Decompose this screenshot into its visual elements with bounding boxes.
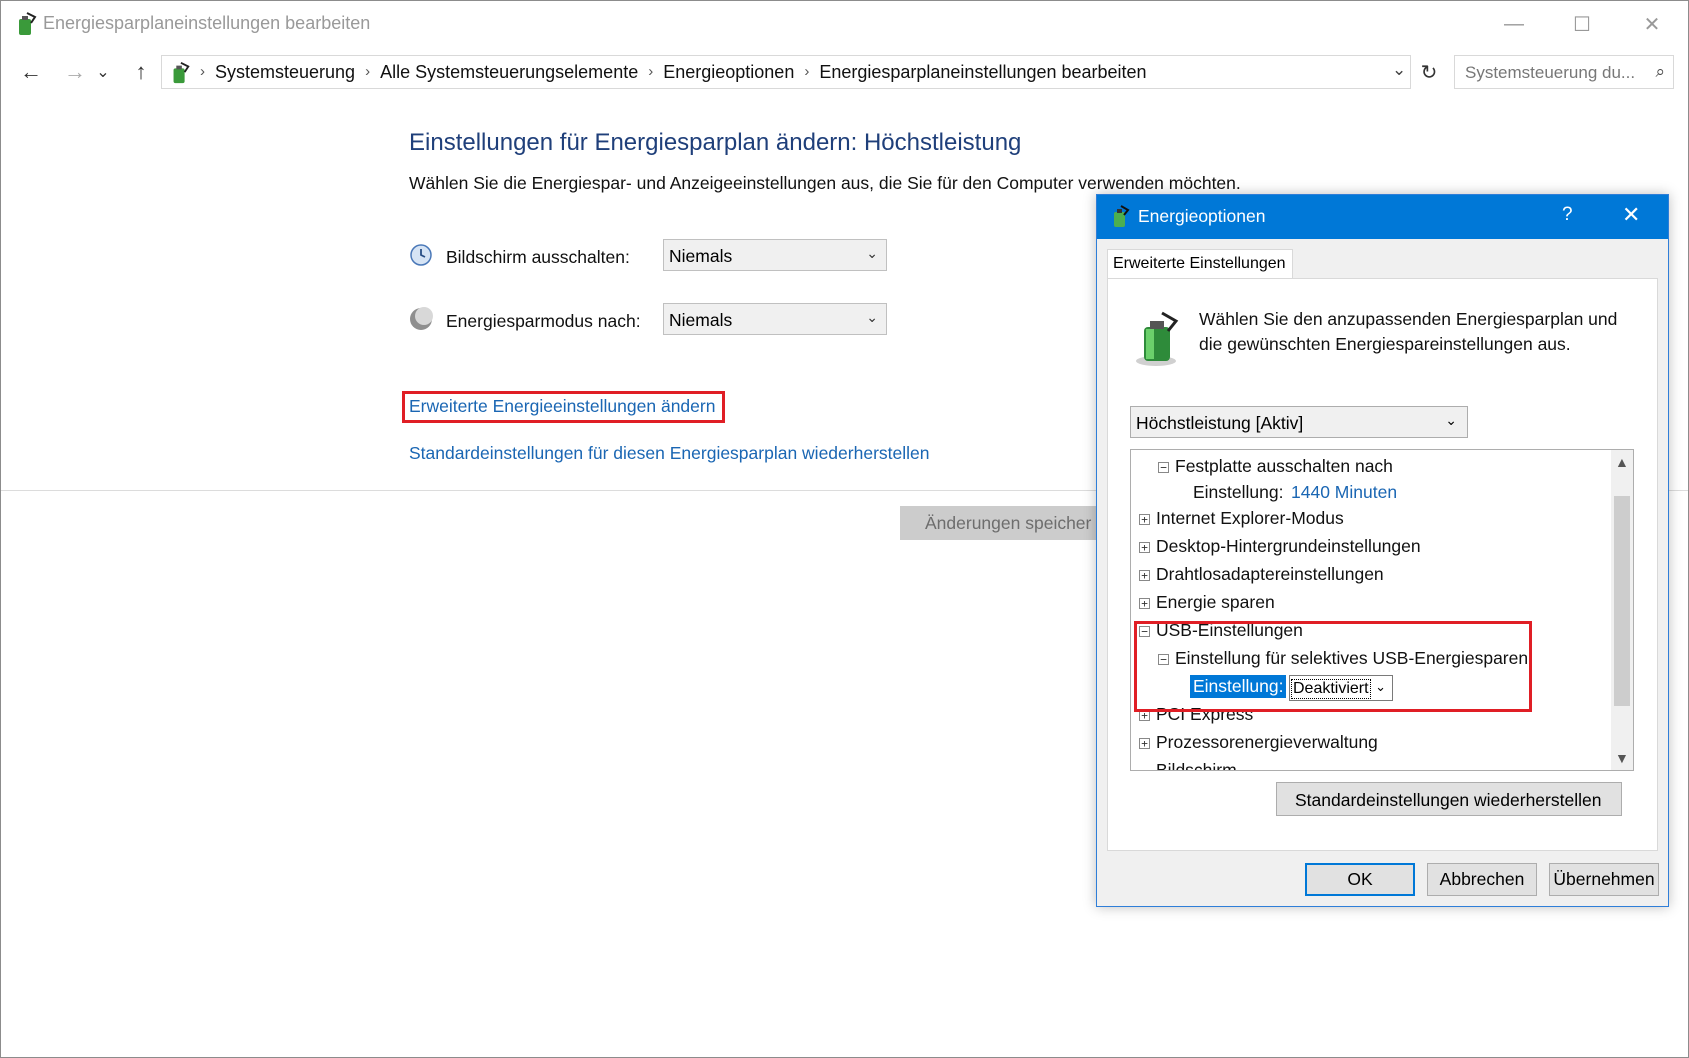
tree-item-ie-mode[interactable]: Internet Explorer-Modus — [1156, 508, 1344, 529]
cancel-button[interactable]: Abbrechen — [1427, 863, 1537, 896]
tree-item-energy-saving[interactable]: Energie sparen — [1156, 592, 1275, 613]
chevron-down-icon: ⌄ — [866, 309, 878, 325]
help-icon[interactable]: ? — [1562, 204, 1573, 226]
breadcrumb-systemsteuerung[interactable]: Systemsteuerung — [215, 62, 355, 83]
tree-scrollbar[interactable]: ▲ ▼ — [1611, 450, 1633, 770]
tree-item-hdd-setting-label[interactable]: Einstellung: — [1193, 482, 1283, 503]
monitor-icon — [410, 244, 432, 266]
display-off-value: Niemals — [669, 246, 733, 266]
forward-button[interactable]: → — [57, 57, 93, 87]
tree-item-processor[interactable]: Prozessorenergieverwaltung — [1156, 732, 1378, 753]
chevron-down-icon: ⌄ — [1445, 412, 1457, 428]
restore-defaults-link[interactable]: Standardeinstellungen für diesen Energie… — [409, 443, 929, 464]
dialog-title-bar: Energieoptionen ? ✕ — [1097, 195, 1668, 239]
restore-defaults-button[interactable]: Standardeinstellungen wiederherstellen — [1276, 782, 1622, 816]
address-bar[interactable]: › Systemsteuerung › Alle Systemsteuerung… — [161, 55, 1411, 89]
apply-button[interactable]: Übernehmen — [1549, 863, 1659, 896]
breadcrumb-current[interactable]: Energiesparplaneinstellungen bearbeiten — [819, 62, 1146, 83]
advanced-settings-panel: Wählen Sie den anzupassenden Energiespar… — [1107, 278, 1658, 851]
scroll-up-icon[interactable]: ▲ — [1615, 454, 1629, 470]
back-button[interactable]: ← — [13, 57, 49, 87]
dialog-title: Energieoptionen — [1138, 206, 1266, 226]
refresh-button[interactable]: ↻ — [1411, 57, 1447, 87]
window-title: Energiesparplaneinstellungen bearbeiten — [43, 13, 371, 33]
chevron-down-icon: ⌄ — [866, 245, 878, 261]
breadcrumb-energieoptionen[interactable]: Energieoptionen — [663, 62, 794, 83]
tab-erweiterte-einstellungen[interactable]: Erweiterte Einstellungen — [1107, 249, 1293, 279]
up-button[interactable]: ↑ — [123, 57, 159, 87]
sleep-moon-icon — [410, 307, 433, 330]
sleep-label: Energiesparmodus nach: — [446, 311, 641, 331]
breadcrumb: › Systemsteuerung › Alle Systemsteuerung… — [200, 62, 1147, 83]
search-icon[interactable]: ⌕ — [1655, 62, 1665, 82]
tree-item-hdd[interactable]: Festplatte ausschalten nach — [1175, 456, 1393, 477]
expand-icon[interactable]: + — [1139, 738, 1150, 749]
tree-item-wireless[interactable]: Drahtlosadaptereinstellungen — [1156, 564, 1384, 585]
close-button[interactable]: ✕ — [1621, 1, 1683, 47]
search-placeholder: Systemsteuerung du... — [1465, 63, 1636, 82]
chevron-right-icon[interactable]: › — [648, 62, 653, 83]
tree-item-cut-off[interactable]: Bildschirm — [1156, 760, 1237, 770]
dialog-close-button[interactable]: ✕ — [1622, 202, 1640, 228]
collapse-icon[interactable]: − — [1158, 462, 1169, 473]
display-off-label: Bildschirm ausschalten: — [446, 247, 630, 267]
settings-tree[interactable]: − Festplatte ausschalten nach Einstellun… — [1130, 449, 1634, 771]
tree-item-desktop-background[interactable]: Desktop-Hintergrundeinstellungen — [1156, 536, 1421, 557]
title-bar: Energiesparplaneinstellungen bearbeiten … — [1, 1, 1688, 47]
restore-defaults-label: Standardeinstellungen wiederherstellen — [1295, 790, 1602, 810]
page-title: Einstellungen für Energiesparplan ändern… — [409, 129, 1022, 156]
address-dropdown-icon[interactable]: ⌄ — [1392, 60, 1406, 80]
control-panel-window: Energiesparplaneinstellungen bearbeiten … — [0, 0, 1689, 1058]
recent-locations-button[interactable]: ⌄ — [93, 57, 113, 87]
display-off-select[interactable]: Niemals ⌄ — [663, 239, 887, 271]
expand-icon[interactable]: + — [1139, 570, 1150, 581]
power-options-icon — [19, 12, 37, 35]
page-description: Wählen Sie die Energiespar- und Anzeigee… — [409, 173, 1241, 193]
dialog-description: Wählen Sie den anzupassenden Energiespar… — [1199, 309, 1618, 354]
save-changes-button[interactable]: Änderungen speicher — [900, 506, 1100, 540]
expand-icon[interactable]: + — [1139, 514, 1150, 525]
sleep-value: Niemals — [669, 310, 733, 330]
search-input[interactable]: Systemsteuerung du... ⌕ — [1454, 55, 1674, 89]
highlight-box-usb-settings — [1134, 621, 1532, 712]
tab-label: Erweiterte Einstellungen — [1113, 255, 1286, 272]
chevron-right-icon[interactable]: › — [804, 62, 809, 83]
expand-icon[interactable]: + — [1139, 598, 1150, 609]
power-options-dialog: Energieoptionen ? ✕ Erweiterte Einstellu… — [1096, 194, 1669, 907]
advanced-settings-link[interactable]: Erweiterte Energieeinstellungen ändern — [409, 396, 715, 417]
scrollbar-thumb[interactable] — [1614, 496, 1630, 706]
power-plan-select[interactable]: Höchstleistung [Aktiv] ⌄ — [1130, 406, 1468, 438]
expand-icon[interactable]: + — [1139, 542, 1150, 553]
power-options-icon — [173, 62, 190, 84]
minimize-button[interactable]: — — [1483, 1, 1545, 47]
save-changes-label: Änderungen speicher — [925, 513, 1092, 533]
battery-power-icon — [1136, 311, 1179, 366]
tree-item-hdd-setting-value[interactable]: 1440 Minuten — [1291, 482, 1397, 503]
ok-button[interactable]: OK — [1305, 863, 1415, 896]
maximize-button[interactable]: ☐ — [1551, 1, 1613, 47]
navigation-bar: ← → ⌄ ↑ › Systemsteuerung › Alle Systems… — [1, 53, 1688, 91]
chevron-right-icon[interactable]: › — [365, 62, 370, 83]
scroll-down-icon[interactable]: ▼ — [1615, 750, 1629, 766]
sleep-select[interactable]: Niemals ⌄ — [663, 303, 887, 335]
power-options-icon — [1114, 205, 1130, 227]
power-plan-value: Höchstleistung [Aktiv] — [1136, 413, 1304, 433]
chevron-right-icon: › — [200, 63, 205, 80]
breadcrumb-alle-elemente[interactable]: Alle Systemsteuerungselemente — [380, 62, 638, 83]
